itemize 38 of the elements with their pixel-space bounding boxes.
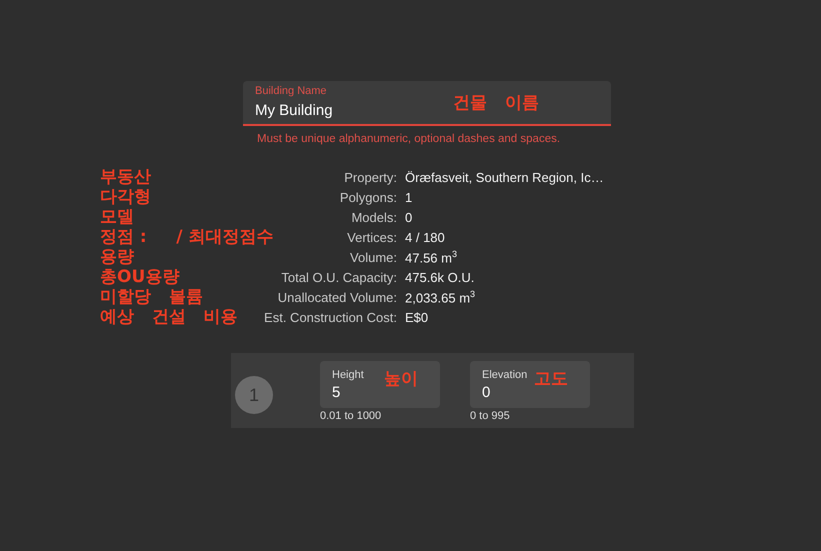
annotation-text: 예상 건설 비용 (100, 307, 238, 327)
detail-value: 4 / 180 (405, 230, 446, 244)
detail-label: Polygons: (338, 190, 397, 204)
detail-label: Total O.U. Capacity: (280, 270, 397, 284)
detail-label: Vertices: (346, 230, 397, 244)
field-label: Height (332, 368, 365, 380)
field-value: 0 (482, 384, 492, 400)
detail-label: Models: (350, 210, 397, 224)
number-field[interactable]: Height 5 높이 (320, 361, 440, 408)
validation-message: Must be unique alphanumeric, optional dashes and spaces. (257, 132, 562, 146)
range-hint: 0 to 995 (470, 410, 511, 422)
field-label: Elevation (482, 368, 528, 380)
range-hint: 0.01 to 1000 (320, 410, 382, 422)
detail-value: 2,033.65 m$^{3}$ (405, 288, 476, 306)
detail-label: Unallocated Volume: (276, 290, 397, 304)
detail-value: 475.6k O.U. (405, 270, 476, 284)
annotation-text: 고도 (534, 368, 568, 390)
detail-value: E$0 (405, 310, 430, 324)
field-label: Building Name (255, 84, 328, 98)
building-name-field[interactable]: Building Name My Building 건물 이름 (243, 81, 611, 126)
field-value: My Building (255, 100, 334, 120)
detail-value: 1 (405, 190, 414, 204)
annotation-text: 용량 (100, 247, 134, 267)
annotation-text: 정점 : / 최대정점수 (100, 227, 274, 247)
detail-label: Volume: (349, 250, 397, 264)
annotation-text: 다각형 (100, 187, 151, 207)
field-value: 5 (332, 384, 342, 400)
annotation-text: 총OU용량 (100, 267, 180, 287)
detail-label: Est. Construction Cost: (263, 310, 397, 324)
annotation-text: 모델 (100, 207, 134, 227)
detail-value: Öræfasveit, Southern Region, Ic… (405, 170, 605, 184)
annotation-text: 높이 (384, 368, 418, 390)
annotation-text: 부동산 (100, 167, 151, 187)
detail-label: Property: (343, 170, 397, 184)
detail-value: 47.56 m$^{3}$ (405, 248, 458, 266)
detail-value: 0 (405, 210, 414, 224)
annotation-text: 건물 이름 (453, 92, 539, 114)
annotation-text: 미할당 볼륨 (100, 287, 203, 307)
